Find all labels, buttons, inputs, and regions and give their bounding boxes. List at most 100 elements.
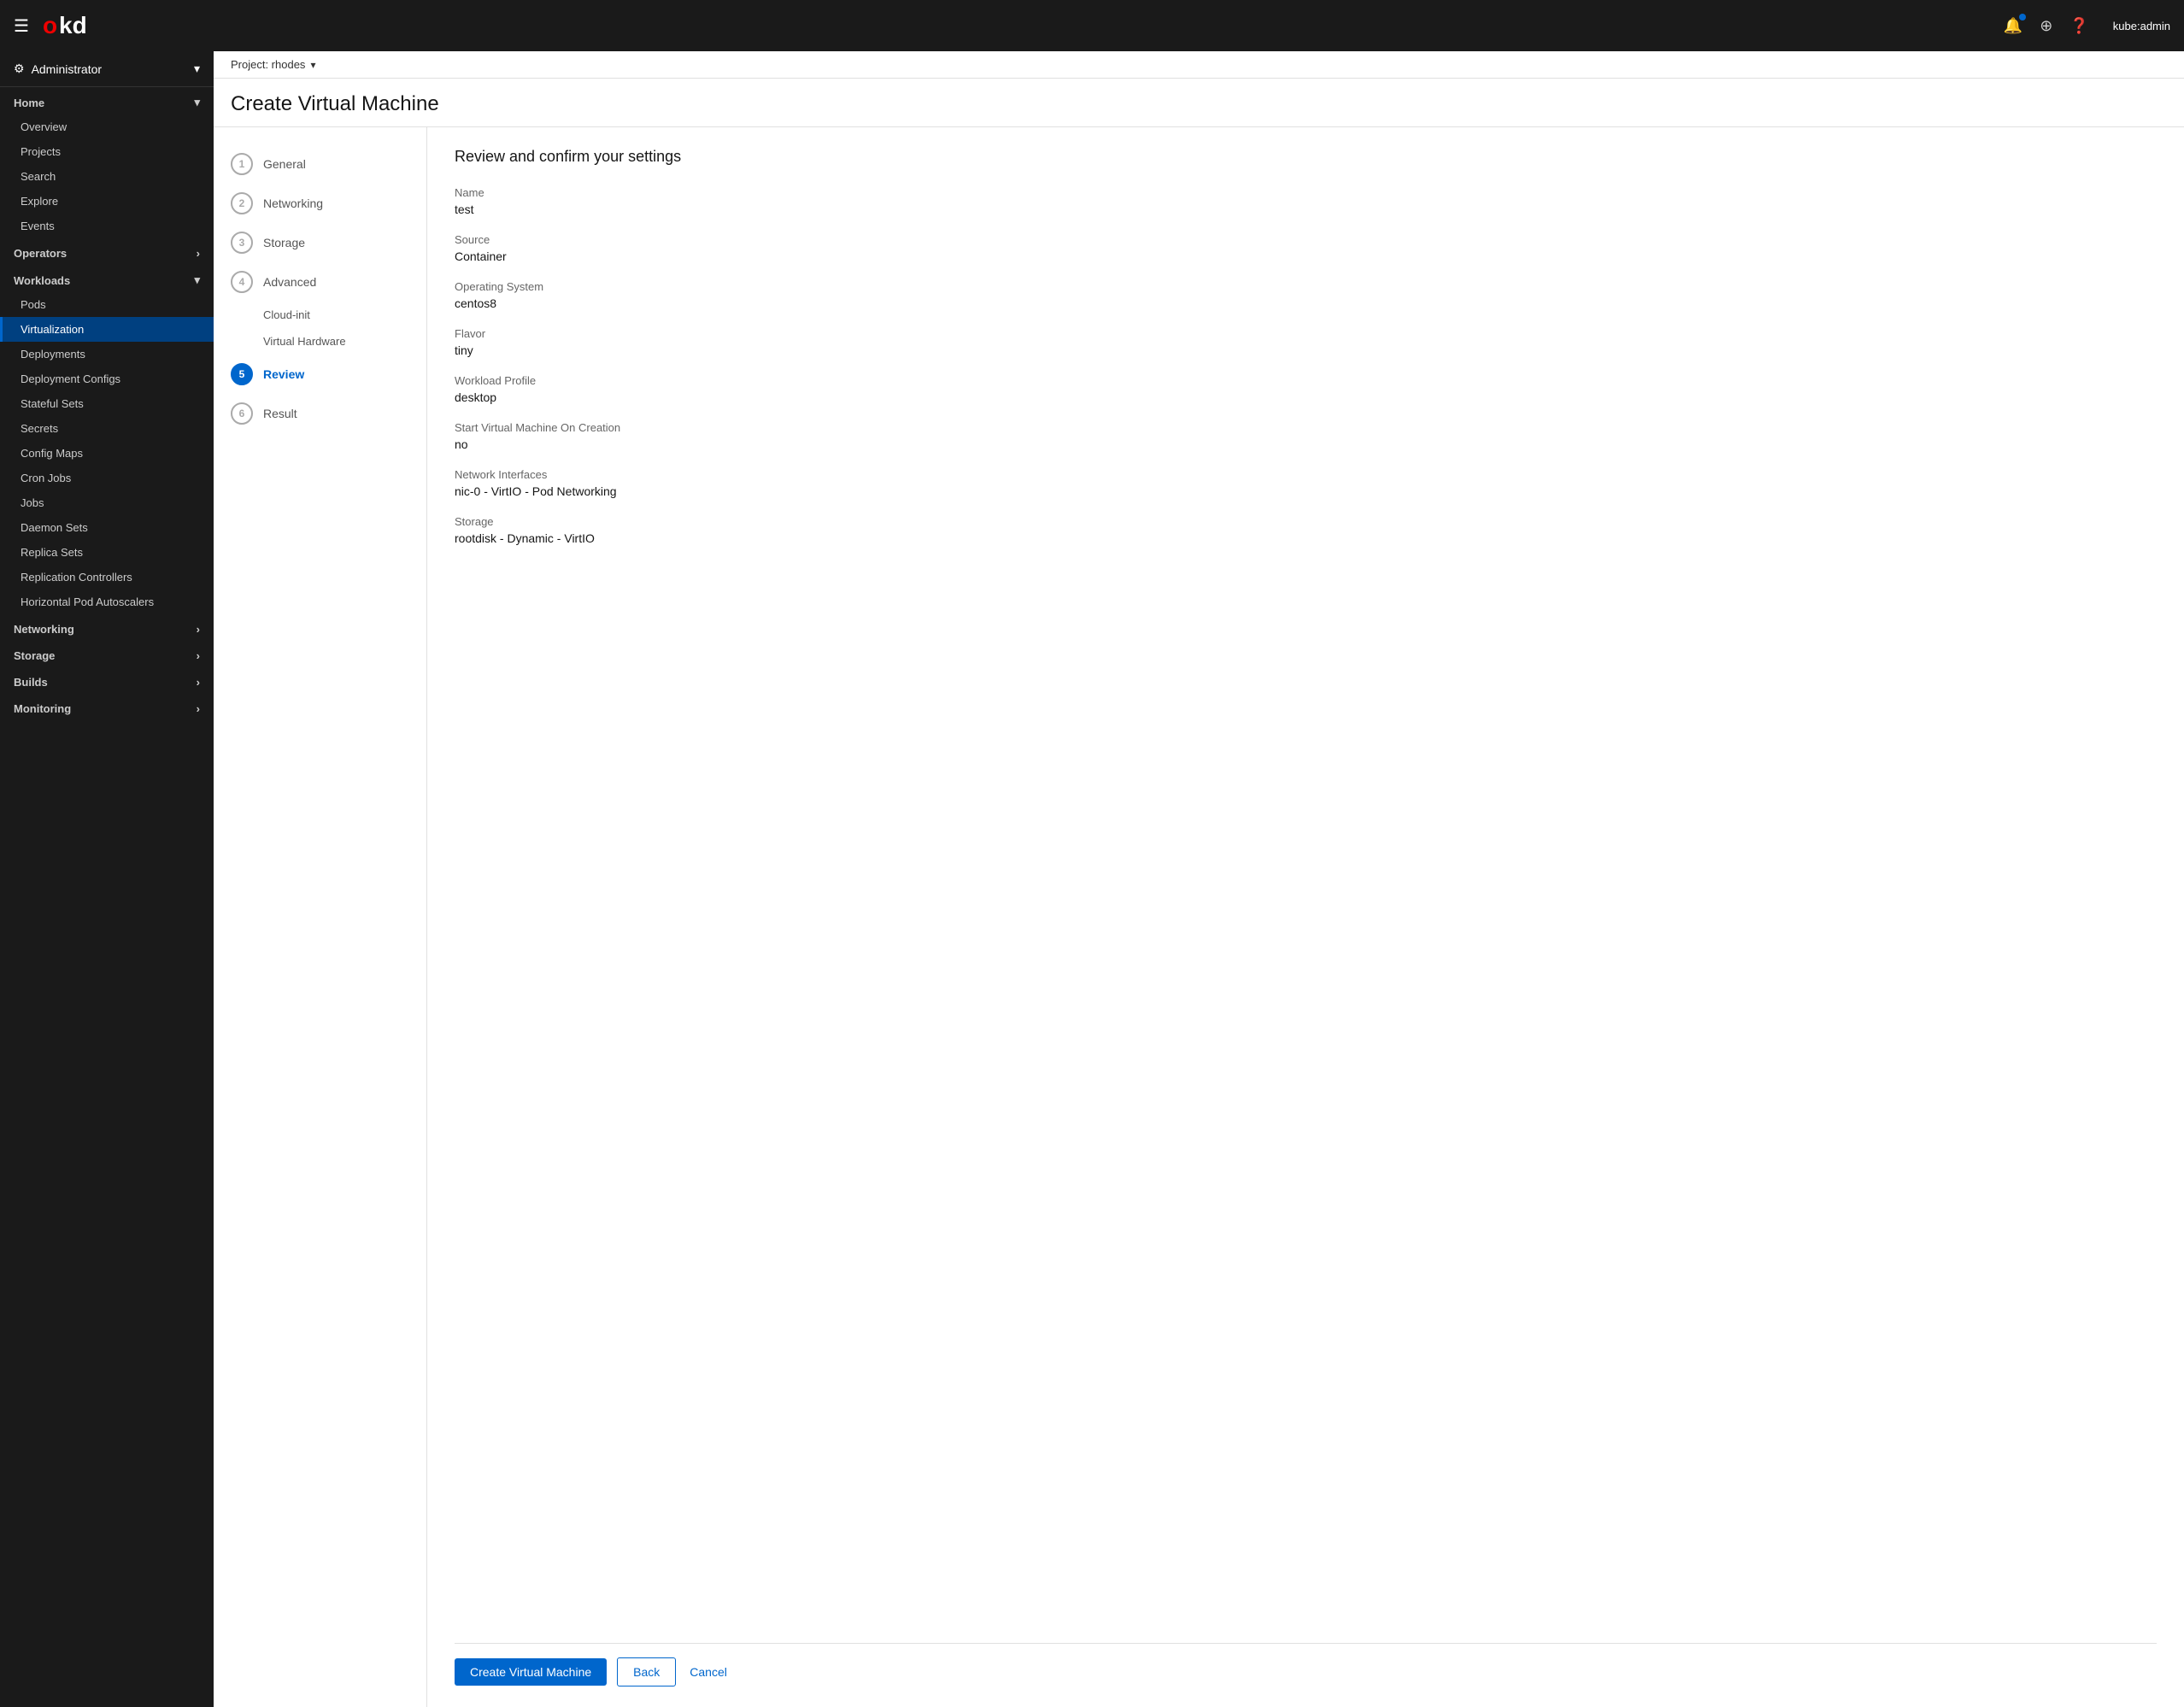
sidebar-item-daemon-sets[interactable]: Daemon Sets: [0, 515, 214, 540]
sidebar-item-stateful-sets[interactable]: Stateful Sets: [0, 391, 214, 416]
sidebar-section-home-header[interactable]: Home ▾: [0, 87, 214, 114]
sidebar-section-workloads-header[interactable]: Workloads ▾: [0, 265, 214, 292]
wizard-step-4-number: 4: [231, 271, 253, 293]
review-field-start-vm: Start Virtual Machine On Creation no: [455, 421, 2157, 451]
review-field-workload-profile: Workload Profile desktop: [455, 374, 2157, 404]
sidebar-item-deployments[interactable]: Deployments: [0, 342, 214, 367]
sidebar-workloads-label: Workloads: [14, 274, 70, 287]
notification-badge: [2019, 14, 2026, 21]
review-field-source: Source Container: [455, 233, 2157, 263]
review-field-storage: Storage rootdisk - Dynamic - VirtIO: [455, 515, 2157, 545]
sidebar-section-monitoring: Monitoring ›: [0, 694, 214, 720]
wizard-step-6-number: 6: [231, 402, 253, 425]
sidebar-home-label: Home: [14, 97, 44, 109]
wizard-step-review[interactable]: 5 Review: [214, 355, 426, 394]
sidebar-section-storage-header[interactable]: Storage ›: [0, 641, 214, 667]
review-field-start-vm-label: Start Virtual Machine On Creation: [455, 421, 2157, 434]
review-field-flavor: Flavor tiny: [455, 327, 2157, 357]
wizard-step-result[interactable]: 6 Result: [214, 394, 426, 433]
project-dropdown-icon[interactable]: ▾: [310, 59, 315, 71]
back-button[interactable]: Back: [617, 1657, 676, 1686]
sidebar-section-monitoring-header[interactable]: Monitoring ›: [0, 694, 214, 720]
sidebar: ⚙ Administrator ▾ Home ▾ Overview Projec…: [0, 51, 214, 1707]
review-field-name: Name test: [455, 186, 2157, 216]
sidebar-item-overview[interactable]: Overview: [0, 114, 214, 139]
sidebar-item-horizontal-pod-autoscalers[interactable]: Horizontal Pod Autoscalers: [0, 590, 214, 614]
wizard-step-3-label: Storage: [263, 236, 305, 249]
wizard-step-advanced[interactable]: 4 Advanced: [214, 262, 426, 302]
role-icon: ⚙: [14, 62, 25, 76]
review-field-flavor-value: tiny: [455, 343, 2157, 357]
sidebar-item-search[interactable]: Search: [0, 164, 214, 189]
help-icon[interactable]: ❓: [2070, 17, 2088, 35]
sidebar-item-secrets[interactable]: Secrets: [0, 416, 214, 441]
project-bar: Project: rhodes ▾: [214, 51, 2184, 79]
logo-kd: kd: [59, 12, 87, 39]
wizard-sub-step-cloud-init[interactable]: Cloud-init: [214, 302, 426, 328]
page-header: Create Virtual Machine: [214, 79, 2184, 127]
sidebar-item-cron-jobs[interactable]: Cron Jobs: [0, 466, 214, 490]
review-field-start-vm-value: no: [455, 437, 2157, 451]
page-title: Create Virtual Machine: [231, 92, 2167, 116]
sidebar-item-explore[interactable]: Explore: [0, 189, 214, 214]
hamburger-menu[interactable]: ☰: [14, 15, 29, 37]
navbar-icons: 🔔 ⊕ ❓ kube:admin: [2004, 17, 2170, 35]
app-body: ⚙ Administrator ▾ Home ▾ Overview Projec…: [0, 51, 2184, 1707]
storage-chevron-icon: ›: [197, 649, 200, 662]
review-field-storage-value: rootdisk - Dynamic - VirtIO: [455, 531, 2157, 545]
create-vm-button[interactable]: Create Virtual Machine: [455, 1658, 607, 1686]
wizard-step-5-label: Review: [263, 367, 304, 381]
wizard-step-networking[interactable]: 2 Networking: [214, 184, 426, 223]
builds-chevron-icon: ›: [197, 676, 200, 689]
sidebar-item-replica-sets[interactable]: Replica Sets: [0, 540, 214, 565]
sidebar-item-projects[interactable]: Projects: [0, 139, 214, 164]
wizard-step-6-label: Result: [263, 407, 297, 420]
review-field-source-value: Container: [455, 249, 2157, 263]
wizard-step-1-number: 1: [231, 153, 253, 175]
sidebar-item-virtualization[interactable]: Virtualization: [0, 317, 214, 342]
networking-chevron-icon: ›: [197, 623, 200, 636]
wizard-footer: Create Virtual Machine Back Cancel: [455, 1643, 2157, 1686]
wizard-step-4-label: Advanced: [263, 275, 316, 289]
wizard-sub-step-virtual-hardware[interactable]: Virtual Hardware: [214, 328, 426, 355]
notifications-icon[interactable]: 🔔: [2004, 17, 2023, 35]
cancel-button[interactable]: Cancel: [686, 1658, 731, 1686]
wizard-step-storage[interactable]: 3 Storage: [214, 223, 426, 262]
wizard-step-general[interactable]: 1 General: [214, 144, 426, 184]
sidebar-section-operators-header[interactable]: Operators ›: [0, 238, 214, 265]
review-field-workload-profile-value: desktop: [455, 390, 2157, 404]
main-content: Project: rhodes ▾ Create Virtual Machine…: [214, 51, 2184, 1707]
wizard-step-2-label: Networking: [263, 197, 323, 210]
sidebar-item-events[interactable]: Events: [0, 214, 214, 238]
sidebar-section-workloads: Workloads ▾ Pods Virtualization Deployme…: [0, 265, 214, 614]
role-label: Administrator: [32, 62, 194, 76]
sidebar-section-operators: Operators ›: [0, 238, 214, 265]
sidebar-section-networking: Networking ›: [0, 614, 214, 641]
wizard-container: 1 General 2 Networking 3 Storage 4 Advan…: [214, 127, 2184, 1707]
sidebar-section-networking-header[interactable]: Networking ›: [0, 614, 214, 641]
sidebar-networking-label: Networking: [14, 623, 74, 636]
sidebar-section-builds: Builds ›: [0, 667, 214, 694]
review-field-network-interfaces-value: nic-0 - VirtIO - Pod Networking: [455, 484, 2157, 498]
sidebar-item-config-maps[interactable]: Config Maps: [0, 441, 214, 466]
project-label: Project: rhodes: [231, 58, 305, 71]
sidebar-builds-label: Builds: [14, 676, 48, 689]
sidebar-section-builds-header[interactable]: Builds ›: [0, 667, 214, 694]
sidebar-item-replication-controllers[interactable]: Replication Controllers: [0, 565, 214, 590]
add-icon[interactable]: ⊕: [2040, 17, 2052, 35]
user-menu[interactable]: kube:admin: [2113, 20, 2170, 32]
sidebar-item-jobs[interactable]: Jobs: [0, 490, 214, 515]
sidebar-item-deployment-configs[interactable]: Deployment Configs: [0, 367, 214, 391]
role-selector[interactable]: ⚙ Administrator ▾: [0, 51, 214, 87]
review-field-os-label: Operating System: [455, 280, 2157, 293]
review-field-network-interfaces-label: Network Interfaces: [455, 468, 2157, 481]
sidebar-section-home: Home ▾ Overview Projects Search Explore …: [0, 87, 214, 238]
review-field-name-label: Name: [455, 186, 2157, 199]
monitoring-chevron-icon: ›: [197, 702, 200, 715]
wizard-content-inner: Review and confirm your settings Name te…: [455, 148, 2157, 1643]
review-field-os-value: centos8: [455, 296, 2157, 310]
wizard-step-5-number: 5: [231, 363, 253, 385]
sidebar-monitoring-label: Monitoring: [14, 702, 71, 715]
review-field-os: Operating System centos8: [455, 280, 2157, 310]
sidebar-item-pods[interactable]: Pods: [0, 292, 214, 317]
